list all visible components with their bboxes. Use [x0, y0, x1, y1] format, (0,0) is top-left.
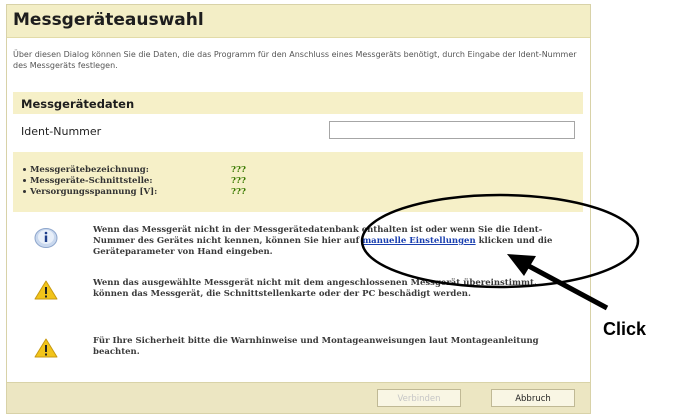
- info-icon: [33, 225, 59, 249]
- cancel-button[interactable]: Abbruch: [491, 389, 575, 407]
- ident-number-row: Ident-Nummer: [13, 117, 583, 145]
- manual-settings-link[interactable]: manuelle Einstellungen: [362, 236, 475, 246]
- device-selection-dialog: Messgeräteauswahl Über diesen Dialog kön…: [6, 4, 591, 414]
- warning-icon: [33, 278, 59, 302]
- dialog-title-bar: Messgeräteauswahl: [7, 5, 590, 38]
- dialog-title: Messgeräteauswahl: [13, 10, 204, 30]
- property-voltage-value: ???: [231, 187, 246, 197]
- property-device-name-label: Messgerätebezeichnung:: [23, 165, 149, 175]
- property-voltage-label: Versorgungsspannung [V]:: [23, 187, 157, 197]
- info-message: Wenn das Messgerät nicht in der Messgerä…: [33, 225, 578, 265]
- section-title: Messgerätedaten: [21, 97, 135, 111]
- warning-message-2: Für Ihre Sicherheit bitte die Warnhinwei…: [33, 336, 578, 366]
- info-message-text: Wenn das Messgerät nicht in der Messgerä…: [93, 225, 553, 257]
- ident-number-input[interactable]: [329, 121, 575, 139]
- property-interface-label: Messgeräte-Schnittstelle:: [23, 176, 152, 186]
- bullet-icon: [23, 190, 26, 193]
- bullet-icon: [23, 168, 26, 171]
- bullet-icon: [23, 179, 26, 182]
- warning-message-1: Wenn das ausgewählte Messgerät nicht mit…: [33, 278, 578, 318]
- property-interface-value: ???: [231, 176, 246, 186]
- section-header-device-data: Messgerätedaten: [13, 92, 583, 114]
- property-device-name-value: ???: [231, 165, 246, 175]
- ident-number-label: Ident-Nummer: [21, 125, 102, 138]
- warning-message-1-text: Wenn das ausgewählte Messgerät nicht mit…: [93, 278, 537, 299]
- device-properties-panel: Messgerätebezeichnung: ??? Messgeräte-Sc…: [13, 152, 583, 212]
- warning-icon: [33, 336, 59, 360]
- dialog-intro-text: Über diesen Dialog können Sie die Daten,…: [13, 50, 577, 70]
- dialog-footer: Verbinden Abbruch: [7, 382, 590, 413]
- click-label: Click: [603, 319, 647, 339]
- warning-message-2-text: Für Ihre Sicherheit bitte die Warnhinwei…: [93, 336, 539, 357]
- connect-button[interactable]: Verbinden: [377, 389, 461, 407]
